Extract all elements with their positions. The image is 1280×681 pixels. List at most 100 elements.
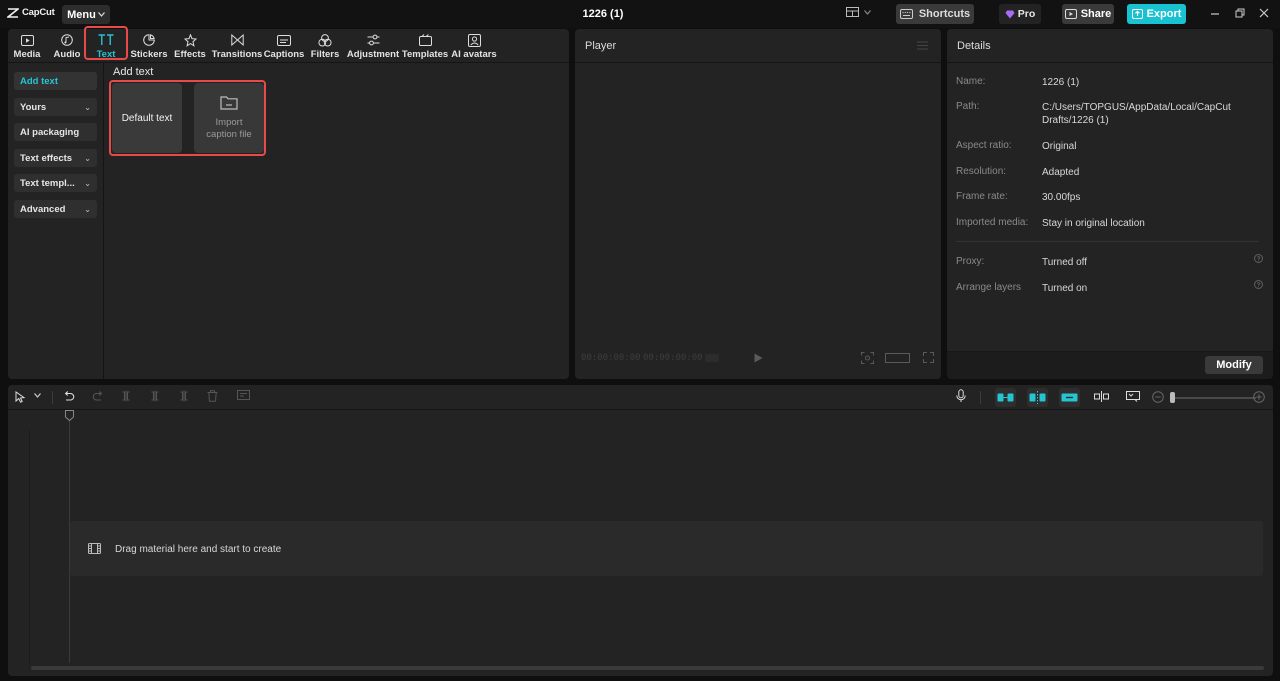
chevron-down-icon: ⌄ bbox=[84, 204, 91, 214]
tab-label: Effects bbox=[174, 49, 206, 60]
link-icon bbox=[1061, 393, 1078, 402]
zoom-slider-handle[interactable] bbox=[1170, 392, 1175, 403]
menu-label: Menu bbox=[67, 8, 96, 21]
timecode-toggle[interactable] bbox=[705, 354, 719, 362]
sidebar-item-label: Text effects bbox=[20, 152, 73, 164]
magnetic-toggle[interactable] bbox=[995, 388, 1016, 407]
fullscreen-button[interactable] bbox=[923, 352, 934, 363]
tab-captions[interactable]: Captions bbox=[264, 29, 304, 62]
split-left-icon bbox=[151, 390, 159, 402]
modify-button[interactable]: Modify bbox=[1205, 356, 1263, 374]
sidebar-item-yours[interactable]: Yours ⌄ bbox=[14, 98, 97, 116]
details-key: Aspect ratio: bbox=[956, 140, 1012, 151]
fullscreen-crop-button[interactable] bbox=[861, 352, 874, 364]
tab-label: Adjustment bbox=[346, 49, 400, 60]
redo-button[interactable] bbox=[92, 390, 104, 402]
tab-adjustment[interactable]: Adjustment bbox=[346, 29, 400, 62]
sidebar-item-text-templates[interactable]: Text templ... ⌄ bbox=[14, 174, 97, 192]
sidebar-item-ai-packaging[interactable]: AI packaging bbox=[14, 123, 97, 141]
undo-button[interactable] bbox=[63, 390, 75, 402]
export-button[interactable]: Export bbox=[1127, 4, 1186, 24]
player-menu-button[interactable] bbox=[917, 41, 928, 50]
app-name: CapCut bbox=[22, 7, 55, 18]
pro-button[interactable]: Pro bbox=[999, 4, 1041, 24]
layout-button[interactable] bbox=[846, 7, 871, 17]
zoom-out-button[interactable] bbox=[1152, 391, 1164, 403]
captions-icon bbox=[277, 34, 291, 46]
preview-axis-button[interactable] bbox=[1094, 391, 1109, 402]
chevron-down-icon bbox=[97, 12, 105, 17]
drop-hint-text: Drag material here and start to create bbox=[115, 544, 282, 555]
auto-snap-toggle[interactable] bbox=[1027, 388, 1048, 407]
tab-label: Captions bbox=[263, 49, 305, 60]
minimize-button[interactable] bbox=[1210, 8, 1220, 18]
play-button[interactable] bbox=[754, 353, 763, 363]
thumbnail-toggle-button[interactable] bbox=[1126, 391, 1140, 402]
select-tool-button[interactable] bbox=[15, 391, 26, 403]
help-icon bbox=[1254, 254, 1263, 263]
share-icon bbox=[1064, 9, 1077, 19]
arrange-layers-help-icon[interactable] bbox=[1254, 280, 1263, 289]
import-caption-label-line1: Import bbox=[215, 117, 243, 128]
stickers-icon bbox=[143, 34, 155, 46]
title-bar: CapCut Menu 1226 (1) Shortcuts Pro Share… bbox=[0, 0, 1280, 28]
tab-label: Templates bbox=[401, 49, 449, 60]
menu-button[interactable]: Menu bbox=[62, 5, 110, 24]
tab-audio[interactable]: Audio bbox=[52, 29, 82, 62]
details-key: Arrange layers bbox=[956, 282, 1022, 293]
playhead-handle[interactable] bbox=[65, 410, 74, 421]
split-button[interactable] bbox=[121, 390, 131, 402]
tab-transitions[interactable]: Transitions bbox=[211, 29, 263, 62]
proxy-help-icon[interactable] bbox=[1254, 254, 1263, 263]
tab-label: Filters bbox=[310, 49, 340, 60]
zoom-out-icon bbox=[1152, 391, 1164, 403]
filters-icon bbox=[318, 33, 332, 47]
sidebar-item-add-text[interactable]: Add text bbox=[14, 72, 97, 90]
keyboard-icon bbox=[899, 9, 913, 19]
record-audio-button[interactable] bbox=[956, 389, 966, 403]
tab-media[interactable]: Media bbox=[12, 29, 42, 62]
sidebar-item-text-effects[interactable]: Text effects ⌄ bbox=[14, 149, 97, 167]
import-caption-card[interactable]: Import caption file bbox=[194, 83, 264, 153]
details-value: Turned on bbox=[1042, 283, 1088, 294]
details-value: Turned off bbox=[1042, 257, 1088, 268]
split-right-button[interactable] bbox=[179, 390, 189, 402]
tab-filters[interactable]: Filters bbox=[310, 29, 340, 62]
tab-label: Transitions bbox=[211, 49, 263, 60]
aspect-ratio-icon bbox=[885, 353, 910, 363]
zoom-in-button[interactable] bbox=[1253, 391, 1265, 403]
close-button[interactable] bbox=[1259, 8, 1269, 18]
linkage-toggle[interactable] bbox=[1059, 388, 1080, 407]
track-header-divider bbox=[29, 430, 30, 665]
sidebar-item-advanced[interactable]: Advanced ⌄ bbox=[14, 200, 97, 218]
tab-stickers[interactable]: Stickers bbox=[131, 29, 168, 62]
details-panel: Details Name: 1226 (1) Path: C:/Users/TO… bbox=[947, 29, 1273, 379]
restore-button[interactable] bbox=[1235, 8, 1245, 18]
timeline-drop-zone[interactable]: Drag material here and start to create bbox=[70, 521, 1263, 576]
delete-button[interactable] bbox=[207, 390, 218, 402]
details-key: Proxy: bbox=[956, 256, 985, 267]
chevron-down-icon bbox=[864, 9, 871, 15]
default-text-card[interactable]: Default text bbox=[112, 83, 182, 153]
tab-ai-avatars[interactable]: AI avatars bbox=[451, 29, 497, 62]
share-button[interactable]: Share bbox=[1062, 4, 1114, 24]
tab-effects[interactable]: Effects bbox=[174, 29, 206, 62]
shortcuts-button[interactable]: Shortcuts bbox=[896, 4, 974, 24]
select-tool-dropdown[interactable] bbox=[34, 393, 41, 398]
split-icon bbox=[122, 390, 130, 402]
tab-templates[interactable]: Templates bbox=[401, 29, 449, 62]
timeline-scrollbar[interactable] bbox=[31, 666, 1264, 670]
details-key: Resolution: bbox=[956, 166, 1007, 177]
export-icon bbox=[1131, 9, 1143, 19]
add-marker-button[interactable] bbox=[237, 390, 250, 402]
layout-icon bbox=[846, 7, 859, 17]
export-label: Export bbox=[1146, 8, 1182, 20]
media-icon bbox=[20, 34, 34, 46]
tab-label: Media bbox=[13, 49, 41, 60]
aspect-ratio-button[interactable] bbox=[885, 353, 910, 363]
split-left-button[interactable] bbox=[150, 390, 160, 402]
zoom-slider-track[interactable] bbox=[1174, 397, 1256, 399]
film-icon bbox=[88, 543, 101, 554]
details-divider bbox=[956, 241, 1259, 242]
adjustment-icon bbox=[367, 34, 379, 46]
